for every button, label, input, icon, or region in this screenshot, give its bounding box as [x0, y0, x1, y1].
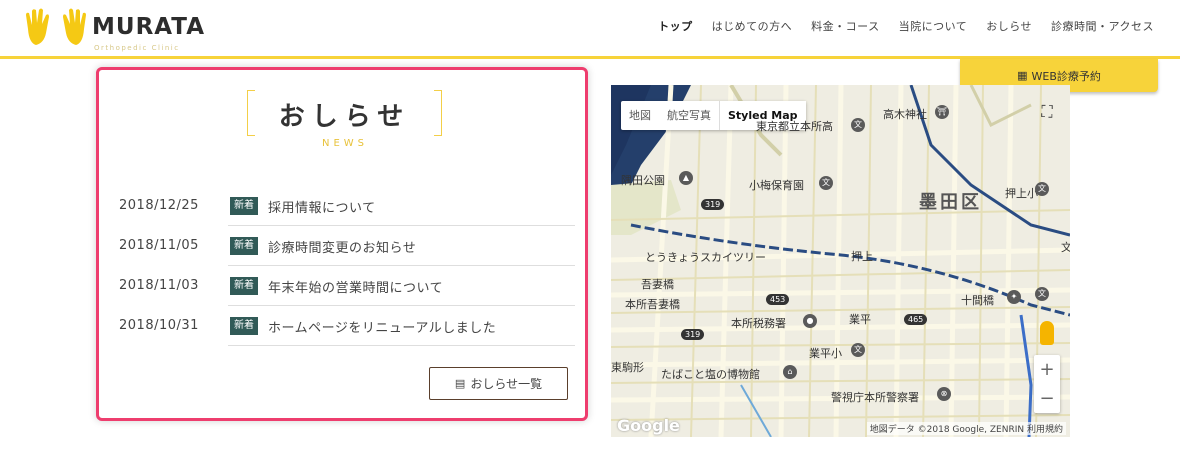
- site-header: MURATA Orthopedic Clinic トップ はじめての方へ 料金・…: [0, 0, 1180, 56]
- park-pin-icon[interactable]: ▲: [679, 171, 693, 185]
- map-label: 吾妻橋: [641, 278, 674, 291]
- map-label: 警視庁本所警察署: [831, 391, 919, 404]
- news-heading: おしらせ: [247, 90, 442, 136]
- newspaper-icon: ▤: [454, 377, 466, 390]
- news-item[interactable]: 2018/10/31 新着 ホームページをリニューアルしました: [119, 306, 575, 346]
- google-logo: Google: [617, 416, 680, 435]
- school-pin-icon[interactable]: 文: [1035, 182, 1049, 196]
- route-marker: 319: [701, 199, 725, 210]
- news-link[interactable]: 診療時間変更のお知らせ: [268, 237, 416, 256]
- map-label: 本所税務署: [731, 317, 786, 330]
- map-label: 押上小: [1005, 187, 1038, 200]
- route-marker: 319: [681, 329, 705, 340]
- main-nav: トップ はじめての方へ 料金・コース 当院について おしらせ 診療時間・アクセス: [639, 18, 1154, 34]
- map-label: 隅田公園: [621, 174, 665, 187]
- news-date: 2018/10/31: [119, 318, 199, 333]
- divider: [228, 345, 575, 346]
- map-label: 十間橋: [961, 294, 994, 307]
- map-label: たばこと塩の博物館: [661, 368, 760, 381]
- news-date: 2018/11/03: [119, 278, 199, 293]
- shrine-pin-icon[interactable]: ⛩: [935, 105, 949, 119]
- government-pin-icon[interactable]: ●: [803, 314, 817, 328]
- news-item[interactable]: 2018/11/05 新着 診療時間変更のお知らせ: [119, 226, 575, 266]
- school-pin-icon[interactable]: 文: [819, 176, 833, 190]
- news-subtitle: NEWS: [321, 138, 369, 149]
- map-label: 業平: [849, 313, 871, 326]
- route-marker: 453: [766, 294, 790, 305]
- new-badge: 新着: [230, 197, 258, 215]
- ward-label: 墨田区: [919, 192, 982, 213]
- nav-first-visit[interactable]: はじめての方へ: [712, 18, 793, 34]
- map-label: 押上: [851, 250, 873, 263]
- news-list: 2018/12/25 新着 採用情報について 2018/11/05 新着 診療時…: [119, 186, 575, 346]
- news-item[interactable]: 2018/12/25 新着 採用情報について: [119, 186, 575, 226]
- police-pin-icon[interactable]: ⊗: [937, 387, 951, 401]
- map-label: 小梅保育園: [749, 179, 804, 192]
- nav-access[interactable]: 診療時間・アクセス: [1051, 18, 1154, 34]
- tab-satellite[interactable]: 航空写真: [659, 101, 719, 130]
- nav-news[interactable]: おしらせ: [986, 18, 1032, 34]
- map-copyright-text: 地図データ ©2018 Google, ZENRIN: [869, 425, 1025, 435]
- map-label: 東駒形: [611, 361, 644, 374]
- news-title: おしらせ: [278, 102, 411, 132]
- new-badge: 新着: [230, 317, 258, 335]
- zoom-controls: + −: [1034, 355, 1060, 413]
- logo[interactable]: MURATA Orthopedic Clinic: [24, 7, 205, 52]
- google-map[interactable]: 地図 航空写真 Styled Map 東京都立本所高 高木神社 隅田公園 小梅保…: [611, 85, 1070, 437]
- nav-pricing[interactable]: 料金・コース: [811, 18, 879, 34]
- map-label: 東京都立本所高: [756, 120, 833, 133]
- news-item[interactable]: 2018/11/03 新着 年末年始の営業時間について: [119, 266, 575, 306]
- zoom-out-button[interactable]: −: [1034, 384, 1060, 413]
- new-badge: 新着: [230, 237, 258, 255]
- news-date: 2018/12/25: [119, 198, 199, 213]
- map-label: 本所吾妻橋: [625, 298, 680, 311]
- museum-pin-icon[interactable]: ⌂: [783, 365, 797, 379]
- logo-subtitle: Orthopedic Clinic: [94, 44, 180, 52]
- school-pin-icon[interactable]: 文: [851, 343, 865, 357]
- news-link[interactable]: 年末年始の営業時間について: [268, 277, 443, 296]
- map-label: 文: [1061, 241, 1070, 254]
- map-label: 業平小: [809, 347, 842, 360]
- map-label: とうきょうスカイツリー: [645, 251, 766, 264]
- nav-about[interactable]: 当院について: [899, 18, 968, 34]
- news-date: 2018/11/05: [119, 238, 199, 253]
- zoom-in-button[interactable]: +: [1034, 355, 1060, 384]
- news-list-label: おしらせ一覧: [470, 377, 543, 391]
- logo-wordmark: MURATA: [92, 14, 205, 40]
- map-label: 高木神社: [883, 108, 927, 121]
- building-icon: ▦: [1017, 69, 1028, 82]
- school-pin-icon[interactable]: 文: [851, 118, 865, 132]
- news-panel: おしらせ NEWS 2018/12/25 新着 採用情報について 2018/11…: [96, 67, 588, 421]
- tab-map[interactable]: 地図: [621, 101, 659, 130]
- street-view-pegman-icon[interactable]: [1040, 321, 1054, 345]
- web-reservation-label: WEB診療予約: [1031, 69, 1101, 83]
- new-badge: 新着: [230, 277, 258, 295]
- nav-top[interactable]: トップ: [658, 18, 693, 34]
- news-link[interactable]: 採用情報について: [268, 197, 376, 216]
- school-pin-icon[interactable]: 文: [1035, 287, 1049, 301]
- hands-logo-icon: [26, 8, 86, 45]
- terms-link[interactable]: 利用規約: [1027, 425, 1063, 435]
- news-list-button[interactable]: ▤ おしらせ一覧: [429, 367, 568, 400]
- landmark-pin-icon[interactable]: ✦: [1007, 290, 1021, 304]
- map-copyright: 地図データ ©2018 Google, ZENRIN 利用規約: [866, 422, 1066, 435]
- route-marker: 465: [904, 314, 928, 325]
- news-link[interactable]: ホームページをリニューアルしました: [268, 317, 496, 336]
- fullscreen-icon[interactable]: ⛶: [1034, 99, 1060, 125]
